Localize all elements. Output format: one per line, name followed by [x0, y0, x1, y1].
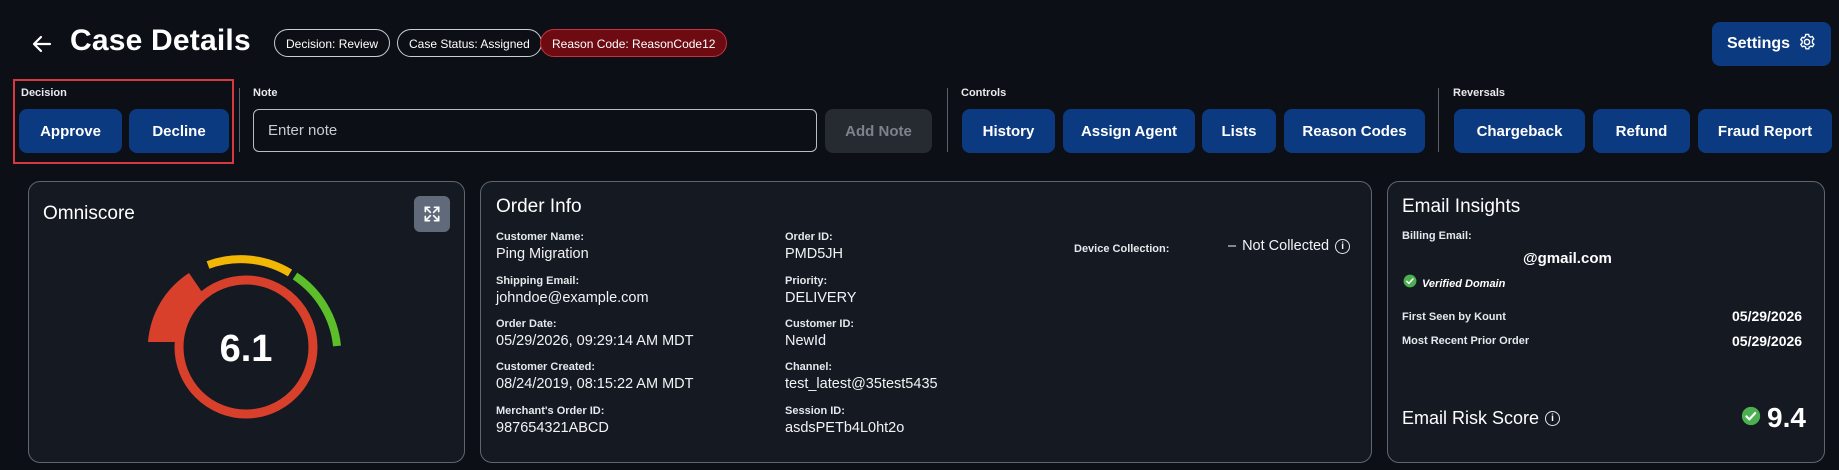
- note-input[interactable]: [253, 109, 817, 152]
- priority-value: DELIVERY: [785, 290, 857, 306]
- recent-order-label: Most Recent Prior Order: [1402, 335, 1530, 347]
- decision-group-label: Decision: [21, 87, 67, 99]
- device-collection-value: – Not Collected i: [1228, 238, 1351, 254]
- controls-group-label: Controls: [961, 87, 1007, 99]
- decline-button[interactable]: Decline: [129, 109, 229, 153]
- check-circle-icon: [1741, 406, 1761, 431]
- customer-id-value: NewId: [785, 333, 827, 349]
- decision-status-badge: Decision: Review: [274, 29, 391, 57]
- session-id-value: asdsPETb4L0ht2o: [785, 420, 905, 436]
- settings-button[interactable]: Settings: [1712, 22, 1831, 66]
- chargeback-button[interactable]: Chargeback: [1454, 109, 1585, 153]
- divider: [1438, 88, 1439, 152]
- order-date-value: 05/29/2026, 09:29:14 AM MDT: [496, 333, 694, 349]
- check-circle-icon: [1403, 274, 1417, 293]
- customer-id-label: Customer ID:: [785, 318, 855, 330]
- add-note-button[interactable]: Add Note: [825, 109, 932, 153]
- email-risk-score-value-group: 9.4: [1741, 402, 1806, 434]
- merchant-order-id-value: 987654321ABCD: [496, 420, 609, 436]
- divider: [239, 88, 240, 152]
- info-icon[interactable]: i: [1335, 238, 1351, 254]
- session-id-label: Session ID:: [785, 405, 845, 417]
- assign-agent-button[interactable]: Assign Agent: [1063, 109, 1195, 153]
- device-collection-dash: –: [1228, 238, 1237, 254]
- first-seen-value: 05/29/2026: [1732, 308, 1803, 324]
- divider: [947, 88, 948, 152]
- history-button[interactable]: History: [962, 109, 1055, 153]
- device-collection-text: Not Collected: [1242, 238, 1330, 254]
- order-info-title: Order Info: [496, 196, 582, 217]
- lists-button[interactable]: Lists: [1202, 109, 1276, 153]
- verified-domain-label: Verified Domain: [1422, 277, 1506, 290]
- gauge-amber-segment: [206, 255, 293, 277]
- merchant-order-id-label: Merchant's Order ID:: [496, 405, 605, 417]
- priority-label: Priority:: [785, 275, 828, 287]
- email-insights-title: Email Insights: [1402, 196, 1521, 217]
- customer-name-label: Customer Name:: [496, 231, 585, 243]
- shipping-email-value: johndoe@example.com: [496, 290, 649, 306]
- settings-label: Settings: [1726, 35, 1791, 52]
- order-id-value: PMD5JH: [785, 246, 844, 262]
- back-arrow-icon[interactable]: [30, 32, 54, 56]
- first-seen-label: First Seen by Kount: [1402, 311, 1506, 323]
- reason-code-badge: Reason Code: ReasonCode12: [540, 29, 728, 57]
- billing-email-label: Billing Email:: [1402, 230, 1472, 242]
- omniscore-value: 6.1: [220, 328, 273, 370]
- order-info-card: [480, 181, 1372, 463]
- shipping-email-label: Shipping Email:: [496, 275, 580, 287]
- email-risk-score-label: Email Risk Score: [1402, 408, 1540, 428]
- channel-value: test_latest@35test5435: [785, 376, 938, 392]
- channel-label: Channel:: [785, 361, 833, 373]
- fraud-report-button[interactable]: Fraud Report: [1698, 109, 1832, 153]
- refund-button[interactable]: Refund: [1593, 109, 1690, 153]
- order-id-label: Order ID:: [785, 231, 833, 243]
- device-collection-label: Device Collection:: [1074, 243, 1170, 255]
- page-title: Case Details: [70, 24, 251, 57]
- customer-created-value: 08/24/2019, 08:15:22 AM MDT: [496, 376, 694, 392]
- order-date-label: Order Date:: [496, 318, 557, 330]
- recent-order-value: 05/29/2026: [1732, 333, 1803, 349]
- email-risk-score-value: 9.4: [1767, 402, 1806, 433]
- billing-email-value: @gmail.com: [1523, 250, 1612, 267]
- gear-icon: [1798, 33, 1816, 56]
- approve-button[interactable]: Approve: [19, 109, 122, 153]
- case-status-badge: Case Status: Assigned: [397, 29, 542, 57]
- email-risk-score-row: Email Risk Score i: [1402, 408, 1561, 429]
- note-group-label: Note: [253, 87, 278, 99]
- omniscore-title: Omniscore: [43, 203, 135, 224]
- customer-created-label: Customer Created:: [496, 361, 596, 373]
- omniscore-gauge: 6.1: [148, 255, 341, 419]
- customer-name-value: Ping Migration: [496, 246, 589, 262]
- verified-domain-badge: Verified Domain: [1403, 274, 1505, 293]
- reversals-group-label: Reversals: [1453, 87, 1505, 99]
- reason-codes-button[interactable]: Reason Codes: [1284, 109, 1425, 153]
- info-icon[interactable]: i: [1545, 411, 1561, 426]
- expand-icon[interactable]: [414, 196, 450, 232]
